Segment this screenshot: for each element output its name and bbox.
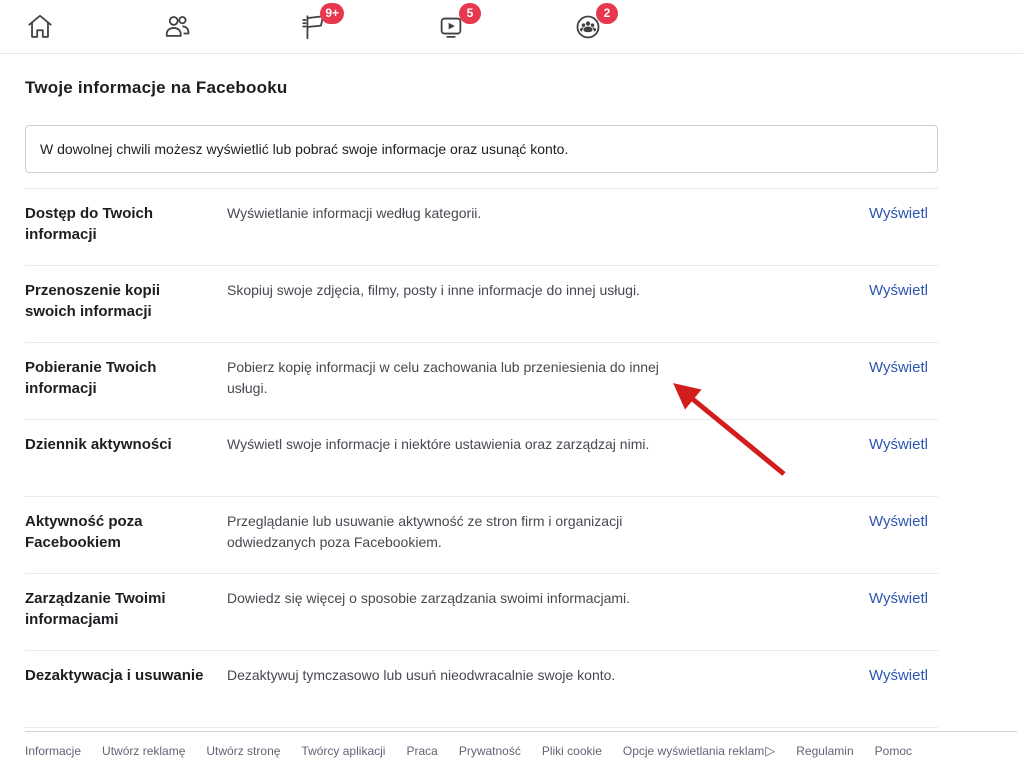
nav-groups-button[interactable]: 2 [572, 11, 604, 43]
notification-badge: 2 [596, 3, 618, 24]
view-link[interactable]: Wyświetl [869, 203, 928, 224]
row-title: Pobieranie Twoich informacji [25, 357, 211, 399]
settings-row-download-your-information: Pobieranie Twoich informacji Pobierz kop… [25, 343, 938, 420]
view-link[interactable]: Wyświetl [869, 665, 928, 686]
notification-badge: 9+ [320, 3, 344, 24]
row-title: Przenoszenie kopii swoich informacji [25, 280, 211, 322]
nav-watch-button[interactable]: 5 [435, 11, 467, 43]
footer-link-opcje-reklam[interactable]: Opcje wyświetlania reklam▷ [623, 743, 775, 759]
row-title: Aktywność poza Facebookiem [25, 511, 211, 553]
nav-home-button[interactable] [24, 11, 56, 43]
footer-link-pliki-cookie[interactable]: Pliki cookie [542, 743, 602, 759]
footer-link-praca[interactable]: Praca [406, 743, 437, 759]
row-title: Zarządzanie Twoimi informacjami [25, 588, 211, 630]
footer-link-pomoc[interactable]: Pomoc [875, 743, 912, 759]
page-footer: Informacje Utwórz reklamę Utwórz stronę … [25, 731, 1017, 759]
footer-link-utworz-strone[interactable]: Utwórz stronę [206, 743, 280, 759]
settings-row-managing-your-information: Zarządzanie Twoimi informacjami Dowiedz … [25, 574, 938, 651]
adchoices-icon: ▷ [765, 743, 775, 759]
view-link[interactable]: Wyświetl [869, 434, 928, 455]
footer-link-informacje[interactable]: Informacje [25, 743, 81, 759]
footer-link-regulamin[interactable]: Regulamin [796, 743, 853, 759]
nav-pages-button[interactable]: 9+ [298, 11, 330, 43]
friends-icon [162, 12, 192, 42]
info-notice-text: W dowolnej chwili możesz wyświetlić lub … [40, 141, 568, 157]
view-link[interactable]: Wyświetl [869, 357, 928, 378]
footer-link-label: Opcje wyświetlania reklam [623, 744, 764, 758]
home-icon [25, 12, 55, 42]
settings-row-access-your-information: Dostęp do Twoich informacji Wyświetlanie… [25, 189, 938, 266]
footer-link-prywatnosc[interactable]: Prywatność [459, 743, 521, 759]
view-link[interactable]: Wyświetl [869, 511, 928, 532]
row-description: Dowiedz się więcej o sposobie zarządzani… [227, 588, 659, 609]
row-title: Dziennik aktywności [25, 434, 211, 455]
footer-link-tworcy-aplikacji[interactable]: Twórcy aplikacji [301, 743, 385, 759]
row-description: Pobierz kopię informacji w celu zachowan… [227, 357, 659, 399]
nav-friends-button[interactable] [161, 11, 193, 43]
notification-badge: 5 [459, 3, 481, 24]
row-description: Wyświetl swoje informacje i niektóre ust… [227, 434, 659, 455]
settings-row-deactivation-deletion: Dezaktywacja i usuwanie Dezaktywuj tymcz… [25, 651, 938, 728]
view-link[interactable]: Wyświetl [869, 588, 928, 609]
info-notice-box: W dowolnej chwili możesz wyświetlić lub … [25, 125, 938, 173]
settings-page: Twoje informacje na Facebooku W dowolnej… [25, 78, 938, 728]
row-title: Dostęp do Twoich informacji [25, 203, 211, 245]
row-description: Dezaktywuj tymczasowo lub usuń nieodwrac… [227, 665, 659, 686]
footer-links: Informacje Utwórz reklamę Utwórz stronę … [25, 743, 1017, 759]
settings-row-transfer-copy: Przenoszenie kopii swoich informacji Sko… [25, 266, 938, 343]
row-description: Skopiuj swoje zdjęcia, filmy, posty i in… [227, 280, 659, 301]
page-title: Twoje informacje na Facebooku [25, 78, 938, 98]
settings-row-off-facebook-activity: Aktywność poza Facebookiem Przeglądanie … [25, 497, 938, 574]
settings-row-activity-log: Dziennik aktywności Wyświetl swoje infor… [25, 420, 938, 497]
row-title: Dezaktywacja i usuwanie [25, 665, 211, 686]
top-navigation: 9+ 5 2 [0, 0, 1023, 54]
view-link[interactable]: Wyświetl [869, 280, 928, 301]
row-description: Wyświetlanie informacji według kategorii… [227, 203, 659, 224]
footer-link-utworz-reklame[interactable]: Utwórz reklamę [102, 743, 185, 759]
settings-list: Dostęp do Twoich informacji Wyświetlanie… [25, 188, 938, 728]
row-description: Przeglądanie lub usuwanie aktywność ze s… [227, 511, 659, 553]
